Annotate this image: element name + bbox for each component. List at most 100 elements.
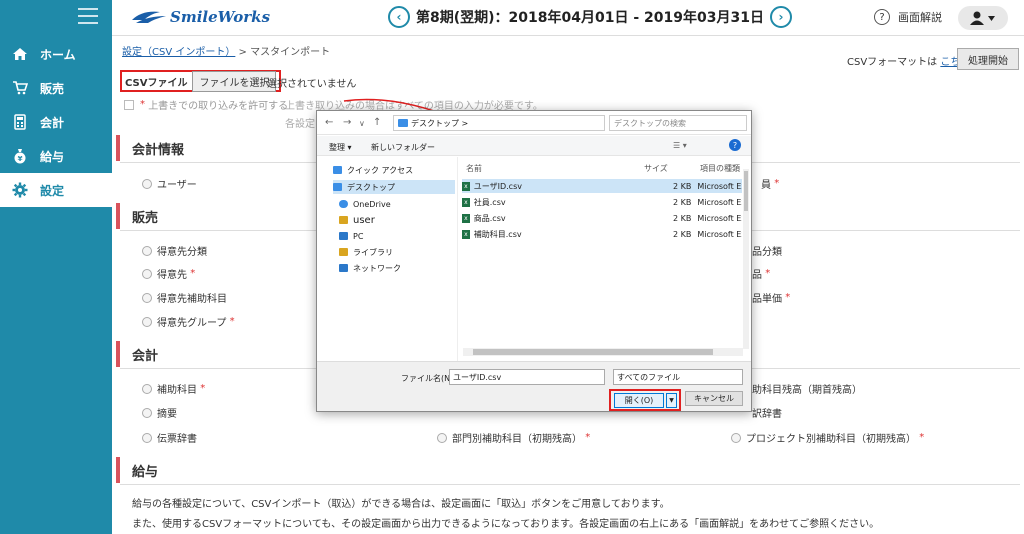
option-customer-category[interactable]: 得意先分類 — [142, 243, 207, 258]
tree-label: クイック アクセス — [347, 165, 414, 175]
radio[interactable] — [437, 432, 447, 443]
option-label: 品分類 — [752, 247, 782, 258]
file-row[interactable]: x 商品.csv 2 KB Microsoft Ex — [462, 211, 742, 225]
path-box[interactable]: デスクトップ > — [393, 115, 605, 131]
logo-text: SmileWorks — [170, 8, 271, 26]
run-button[interactable]: 処理開始 — [957, 48, 1019, 70]
file-row[interactable]: x 補助科目.csv 2 KB Microsoft Ex — [462, 227, 742, 241]
sidebar-item-settings[interactable]: 設定 — [0, 173, 112, 207]
file-size: 2 KB — [672, 229, 692, 239]
tree-item-network[interactable]: ネットワーク — [339, 261, 461, 275]
option-dept-subaccount[interactable]: 部門別補助科目（初期残高） * — [437, 430, 590, 445]
option-project-subaccount[interactable]: プロジェクト別補助科目（初期残高） * — [731, 430, 924, 445]
file-row[interactable]: x 社員.csv 2 KB Microsoft Ex — [462, 195, 742, 209]
search-placeholder: デスクトップの検索 — [614, 118, 686, 128]
radio[interactable] — [142, 316, 152, 327]
new-folder-button[interactable]: 新しいフォルダー — [371, 142, 435, 153]
radio[interactable] — [731, 432, 741, 443]
excel-icon: x — [462, 197, 470, 207]
user-menu-button[interactable] — [958, 6, 1008, 30]
prev-period-button[interactable]: ‹ — [388, 6, 410, 28]
vertical-scrollbar[interactable] — [743, 169, 749, 349]
file-name: 補助科目.csv — [473, 229, 522, 239]
no-file-text: 選択されていません — [267, 79, 357, 90]
option-label: ユーザー — [157, 180, 197, 191]
cancel-button[interactable]: キャンセル — [685, 391, 743, 406]
column-size[interactable]: サイズ — [644, 163, 668, 174]
choose-file-button[interactable]: ファイルを選択 — [192, 70, 277, 92]
radio[interactable] — [142, 268, 152, 279]
logo-icon — [132, 11, 166, 23]
menu-icon[interactable] — [78, 8, 98, 24]
up-icon[interactable]: ↑ — [373, 117, 381, 128]
radio[interactable] — [142, 292, 152, 303]
option-label: 得意先分類 — [157, 247, 207, 258]
checkbox[interactable] — [124, 99, 134, 110]
breadcrumb-link[interactable]: 設定（CSV インポート） — [122, 47, 235, 58]
logo[interactable]: SmileWorks — [130, 8, 270, 26]
view-options-icon[interactable]: ☰ ▾ — [673, 141, 687, 150]
filename-input[interactable]: ユーザID.csv — [449, 369, 605, 385]
file-open-dialog: ← → ∨ ↑ デスクトップ > デスクトップの検索 整理 ▾ 新しいフォルダー… — [316, 110, 752, 412]
option-user[interactable]: ユーザー — [142, 176, 197, 191]
payroll-text-2: また、使用するCSVフォーマットについても、その設定画面から出力できるようになっ… — [132, 519, 880, 530]
organize-button[interactable]: 整理 ▾ — [329, 142, 352, 153]
option-slip-dictionary[interactable]: 伝票辞書 — [142, 430, 197, 445]
file-row[interactable]: x ユーザID.csv 2 KB Microsoft Ex — [462, 179, 742, 193]
option-customer-group[interactable]: 得意先グループ * — [142, 314, 235, 329]
sidebar-item-home[interactable]: ホーム — [0, 37, 112, 71]
column-type[interactable]: 項目の種類 — [700, 163, 740, 174]
dialog-toolbar: 整理 ▾ 新しいフォルダー ☰ ▾ ? — [317, 136, 751, 156]
horizontal-scrollbar[interactable] — [463, 348, 743, 356]
tree-item-user[interactable]: user — [339, 213, 461, 227]
tree-item-onedrive[interactable]: OneDrive — [339, 197, 461, 211]
chevron-left-icon: ‹ — [396, 10, 402, 24]
radio[interactable] — [142, 407, 152, 418]
option-product-category[interactable]: 品分類 — [752, 243, 782, 258]
open-dropdown-icon[interactable]: ▼ — [666, 393, 677, 408]
address-bar: ← → ∨ ↑ デスクトップ > デスクトップの検索 — [317, 111, 751, 135]
next-period-button[interactable]: › — [769, 6, 792, 28]
cart-icon — [12, 80, 28, 96]
back-icon[interactable]: ← — [325, 117, 333, 128]
radio[interactable] — [142, 178, 152, 189]
option-subaccount-balance[interactable]: 助科目残高（期首残高） — [752, 381, 862, 396]
library-icon — [339, 248, 348, 256]
filetype-select[interactable]: すべてのファイル — [613, 369, 743, 385]
home-icon — [12, 46, 28, 62]
radio[interactable] — [142, 245, 152, 256]
radio[interactable] — [142, 383, 152, 394]
required-mark: * — [785, 292, 791, 303]
sidebar-item-accounting[interactable]: 会計 — [0, 105, 112, 139]
option-product-price[interactable]: 品単価 * — [752, 290, 790, 305]
option-journal-dictionary[interactable]: 訳辞書 — [752, 405, 782, 420]
tree-item-library[interactable]: ライブラリ — [339, 245, 461, 259]
period-selector: ‹ 第8期(翌期)：2018年04月01日 - 2019年03月31日 › — [388, 6, 792, 28]
sidebar-item-sales[interactable]: 販売 — [0, 71, 112, 105]
chevron-down-icon[interactable]: ∨ — [359, 119, 365, 128]
forward-icon[interactable]: → — [343, 117, 351, 128]
option-summary[interactable]: 摘要 — [142, 405, 177, 420]
option-subaccount[interactable]: 補助科目 * — [142, 381, 205, 396]
open-button[interactable]: 開く(O) — [614, 393, 664, 408]
tree-item-desktop[interactable]: デスクトップ — [333, 180, 455, 194]
help-button[interactable]: ? 画面解説 — [874, 9, 942, 25]
tree-item-quick-access[interactable]: クイック アクセス — [333, 163, 455, 177]
money-bag-icon: ¥ — [12, 148, 28, 164]
sidebar-item-payroll[interactable]: ¥ 給与 — [0, 139, 112, 173]
option-customer[interactable]: 得意先 * — [142, 266, 195, 281]
help-icon[interactable]: ? — [729, 139, 741, 151]
option-label: 伝票辞書 — [157, 434, 197, 445]
file-size: 2 KB — [672, 197, 692, 207]
option-employee[interactable]: 員 * — [761, 176, 779, 191]
tree-item-pc[interactable]: PC — [339, 229, 461, 243]
search-input[interactable]: デスクトップの検索 — [609, 115, 747, 131]
option-customer-subaccount[interactable]: 得意先補助科目 — [142, 290, 227, 305]
sidebar-item-label: 設定 — [40, 183, 65, 198]
option-product[interactable]: 品 * — [752, 266, 770, 281]
tree-label: ネットワーク — [353, 263, 401, 273]
overwrite-checkbox[interactable]: * 上書きでの取り込みを許可する — [124, 97, 288, 112]
option-label: 補助科目 — [157, 385, 197, 396]
radio[interactable] — [142, 432, 152, 443]
column-name[interactable]: 名前 — [466, 163, 482, 174]
